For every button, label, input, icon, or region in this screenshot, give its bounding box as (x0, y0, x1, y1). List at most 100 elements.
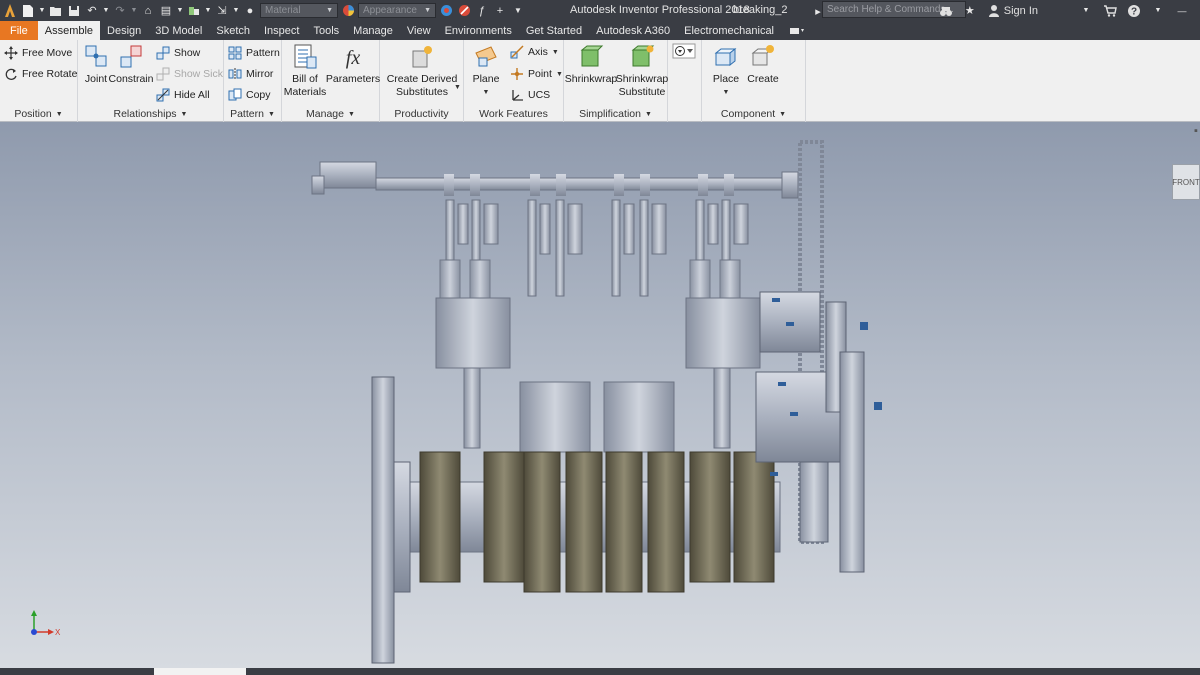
sign-in-link[interactable]: Sign In (1004, 5, 1038, 17)
tab-inspect[interactable]: Inspect (257, 21, 306, 40)
tab-view[interactable]: View (400, 21, 438, 40)
mirror-button[interactable]: Mirror (228, 67, 273, 81)
panel-label-simplification[interactable]: Simplification ▼ (564, 107, 667, 121)
undo-dropdown-icon[interactable]: ▼ (102, 3, 110, 19)
favorites-icon[interactable]: ★ (962, 3, 978, 19)
shrinkwrap-button[interactable]: Shrinkwrap (565, 43, 617, 86)
piston-left-upper[interactable] (435, 297, 511, 449)
constrain-button[interactable]: Constrain (109, 43, 153, 86)
hide-all-button[interactable]: Hide All (156, 88, 210, 102)
panel-label-component[interactable]: Component ▼ (702, 107, 805, 121)
document-name: breaking_2 (733, 4, 788, 16)
crankshaft[interactable] (399, 451, 781, 593)
update-icon[interactable] (186, 3, 202, 19)
save-icon[interactable] (66, 3, 82, 19)
redo-icon[interactable]: ↷ (112, 3, 128, 19)
cart-icon[interactable] (1102, 3, 1118, 19)
tab-assemble[interactable]: Assemble (37, 21, 101, 40)
redo-dropdown-icon[interactable]: ▼ (130, 3, 138, 19)
user-icon[interactable] (986, 3, 1002, 19)
place-dropdown-icon[interactable]: ▼ (723, 86, 730, 99)
adjust-icon[interactable] (438, 3, 454, 19)
sign-in-dropdown-icon[interactable]: ▼ (1078, 3, 1094, 19)
home-icon[interactable]: ⌂ (140, 3, 156, 19)
help-dropdown-icon[interactable]: ▼ (1150, 3, 1166, 19)
select-icon[interactable]: ⇲ (214, 3, 230, 19)
tab-manage[interactable]: Manage (346, 21, 400, 40)
minimize-icon[interactable]: — (1174, 3, 1190, 19)
bill-of-materials-button[interactable]: Bill of Materials (284, 43, 326, 99)
free-move-button[interactable]: Free Move (4, 46, 72, 60)
viewcube-home-icon[interactable]: ▪ (1192, 125, 1200, 137)
panel-label-position[interactable]: Position ▼ (0, 107, 77, 121)
point-dropdown-icon[interactable]: ▼ (556, 71, 563, 78)
undo-icon[interactable]: ↶ (84, 3, 100, 19)
print-icon[interactable]: ▤ (158, 3, 174, 19)
tab-file[interactable]: File (0, 21, 38, 40)
copy-button[interactable]: Copy (228, 88, 271, 102)
tab-sketch[interactable]: Sketch (209, 21, 257, 40)
app-logo-icon[interactable] (2, 3, 18, 19)
help-icon[interactable]: ? (1126, 3, 1142, 19)
viewcube[interactable]: FRONT (1172, 164, 1200, 200)
shrinkwrap-substitute-button[interactable]: Shrinkwrap Substitute (616, 43, 668, 99)
appearance-select[interactable]: Appearance ▼ (358, 3, 436, 18)
pattern-button[interactable]: Pattern (228, 46, 280, 60)
open-icon[interactable] (48, 3, 64, 19)
add-icon[interactable]: + (492, 3, 508, 19)
extra-panel-button[interactable] (672, 43, 696, 59)
panel-relationships-expand-icon: ▼ (180, 110, 188, 118)
tab-tools[interactable]: Tools (306, 21, 346, 40)
appearance-icon[interactable] (340, 3, 356, 19)
dropdown-icon[interactable]: ▼ (38, 3, 46, 19)
select-dropdown-icon[interactable]: ▼ (232, 3, 240, 19)
update-dropdown-icon[interactable]: ▼ (204, 3, 212, 19)
panel-label-relationships[interactable]: Relationships ▼ (78, 107, 223, 121)
tab-design[interactable]: Design (100, 21, 148, 40)
axis-dropdown-icon[interactable]: ▼ (552, 49, 559, 56)
tab-3d-model[interactable]: 3D Model (148, 21, 209, 40)
tab-environments[interactable]: Environments (438, 21, 519, 40)
bill-of-materials-icon (294, 44, 317, 69)
piston-right-upper[interactable] (685, 297, 761, 449)
customize-qat-icon[interactable]: ▼ (510, 3, 526, 19)
flywheel[interactable] (371, 376, 411, 664)
panel-position-expand-icon: ▼ (55, 110, 63, 118)
axis-button[interactable]: Axis ▼ (510, 45, 559, 59)
ucs-button[interactable]: UCS (510, 88, 550, 102)
show-button[interactable]: Show (156, 46, 200, 60)
create-derived-substitutes-button[interactable]: Create Derived Substitutes (384, 43, 460, 99)
material-select[interactable]: Material ▼ (260, 3, 338, 18)
joint-button[interactable]: Joint (82, 43, 110, 86)
axis-icon (510, 45, 524, 59)
parameters-button[interactable]: fx Parameters (326, 43, 380, 86)
create-label: Create (747, 73, 779, 85)
print-dropdown-icon[interactable]: ▼ (176, 3, 184, 19)
tab-get-started[interactable]: Get Started (519, 21, 589, 40)
engine-assembly-model[interactable]: X (0, 122, 1200, 668)
tab-electromechanical[interactable]: Electromechanical (677, 21, 781, 40)
free-rotate-button[interactable]: Free Rotate (4, 67, 77, 81)
piston-center-lower[interactable] (519, 381, 675, 453)
panel-label-pattern[interactable]: Pattern ▼ (224, 107, 281, 121)
pattern-icon (228, 46, 242, 60)
plane-dropdown-icon[interactable]: ▼ (483, 86, 490, 99)
panel-label-manage[interactable]: Manage ▼ (282, 107, 379, 121)
document-tab[interactable] (154, 668, 246, 675)
ribbon-display-toggle-icon[interactable] (781, 21, 813, 40)
point-button[interactable]: Point ▼ (510, 67, 563, 81)
place-button[interactable]: Place ▼ (706, 43, 746, 99)
measure-icon[interactable]: ƒ (474, 3, 490, 19)
binoculars-icon[interactable] (938, 3, 954, 19)
plane-button[interactable]: Plane ▼ (468, 43, 504, 99)
tab-autodesk-a360[interactable]: Autodesk A360 (589, 21, 677, 40)
graphics-viewport[interactable]: X (0, 122, 1200, 668)
new-icon[interactable] (20, 3, 36, 19)
show-sick-button[interactable]: Show Sick (156, 67, 223, 81)
create-derived-substitutes-dropdown-icon[interactable]: ▼ (454, 84, 461, 91)
clear-icon[interactable] (456, 3, 472, 19)
create-button[interactable]: Create (746, 43, 780, 86)
valve-train[interactable] (439, 199, 749, 299)
material-icon[interactable]: ● (242, 3, 258, 19)
camshaft[interactable] (311, 161, 799, 199)
